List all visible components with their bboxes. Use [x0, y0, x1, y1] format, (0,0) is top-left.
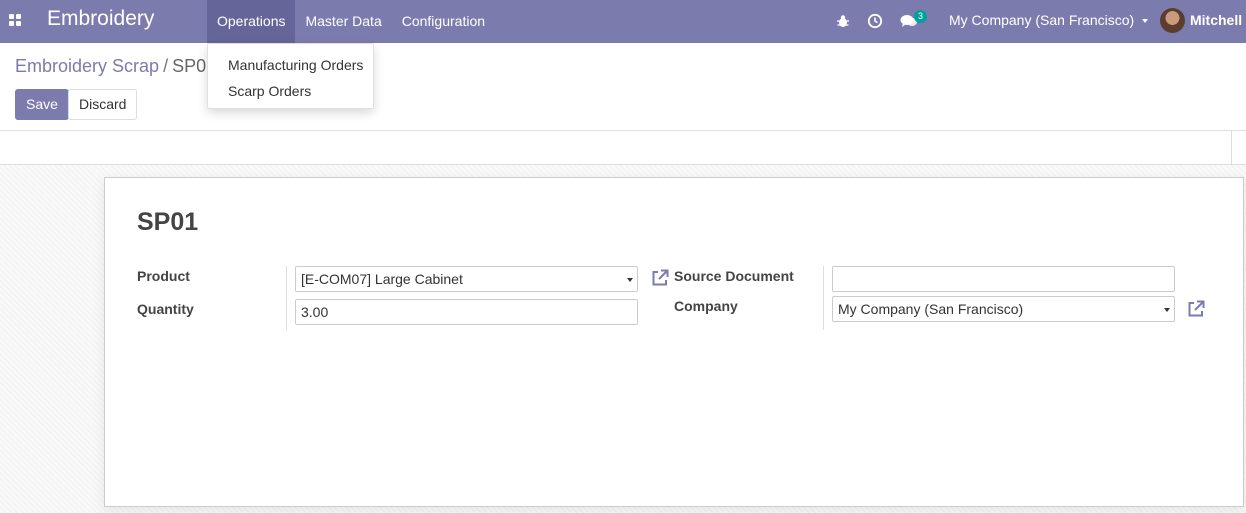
operations-dropdown: Manufacturing Orders Scarp Orders [207, 43, 374, 109]
breadcrumb: Embroidery Scrap / SP01 [15, 56, 216, 77]
dropdown-item-manufacturing-orders[interactable]: Manufacturing Orders [208, 52, 373, 78]
source-document-label: Source Document [674, 268, 794, 284]
chevron-down-icon[interactable] [1164, 308, 1170, 312]
menu-master-data[interactable]: Master Data [295, 0, 391, 43]
chevron-down-icon[interactable] [627, 278, 633, 282]
menu-operations[interactable]: Operations [207, 0, 296, 43]
dropdown-item-scrap-orders[interactable]: Scarp Orders [208, 78, 373, 104]
clock-icon[interactable] [867, 13, 883, 29]
save-button[interactable]: Save [15, 89, 69, 120]
divider [823, 266, 824, 330]
menu-configuration[interactable]: Configuration [392, 0, 495, 43]
divider [1231, 131, 1232, 164]
user-name[interactable]: Mitchell A [1190, 12, 1246, 28]
product-label: Product [137, 268, 190, 284]
avatar[interactable] [1160, 8, 1185, 33]
apps-grid-icon[interactable] [9, 14, 22, 26]
company-label: Company [674, 298, 738, 314]
control-panel-bar [0, 130, 1246, 165]
product-select[interactable]: [E-COM07] Large Cabinet [295, 266, 638, 292]
record-title: SP01 [137, 208, 199, 236]
divider [286, 266, 287, 330]
quantity-label: Quantity [137, 301, 194, 317]
source-document-input[interactable] [832, 266, 1175, 292]
company-name: My Company (San Francisco) [949, 12, 1135, 28]
form-sheet: SP01 Product [E-COM07] Large Cabinet Qua… [104, 177, 1244, 507]
discard-button[interactable]: Discard [68, 89, 138, 120]
company-switcher[interactable]: My Company (San Francisco) [949, 12, 1149, 28]
bug-icon[interactable] [835, 13, 851, 29]
company-select[interactable]: My Company (San Francisco) [832, 296, 1175, 322]
main-menu: Operations Master Data Configuration [207, 0, 495, 43]
external-link-icon[interactable] [650, 268, 670, 288]
company-value: My Company (San Francisco) [838, 301, 1024, 317]
quantity-value: 3.00 [301, 304, 329, 320]
top-navbar: Embroidery Operations Master Data Config… [0, 0, 1246, 43]
app-name[interactable]: Embroidery [47, 7, 154, 31]
chevron-down-icon [1142, 19, 1149, 24]
product-value: [E-COM07] Large Cabinet [301, 271, 463, 287]
breadcrumb-separator: / [163, 56, 169, 76]
messages-badge: 3 [914, 10, 928, 23]
breadcrumb-parent[interactable]: Embroidery Scrap [15, 56, 159, 76]
quantity-input[interactable]: 3.00 [295, 299, 638, 325]
external-link-icon[interactable] [1186, 299, 1206, 319]
